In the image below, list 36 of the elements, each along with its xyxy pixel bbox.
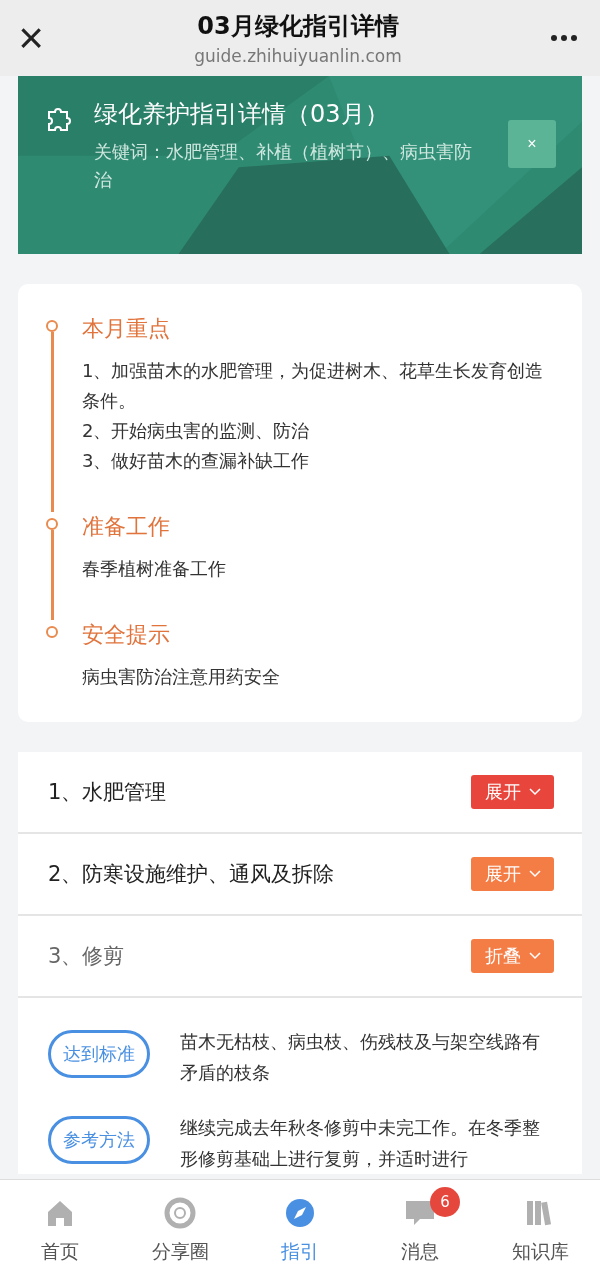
tab-item[interactable]: 分享圈 — [130, 1187, 230, 1267]
aperture-icon — [164, 1197, 196, 1229]
section-header[interactable]: 1、水肥管理 展开 — [18, 752, 582, 834]
unread-badge: 6 — [430, 1187, 460, 1217]
caret-icon — [528, 788, 541, 796]
section-header[interactable]: 2、防寒设施维护、通风及拆除 展开 — [18, 834, 582, 916]
timeline-text: 春季植树准备工作 — [82, 557, 227, 581]
more-icon[interactable] — [550, 34, 578, 42]
detail-text: 继续完成去年秋冬修剪中未完工作。在冬季整形修剪基础上进行复剪，并适时进行 — [180, 1116, 541, 1171]
toggle-button[interactable]: 展开 — [471, 775, 554, 809]
close-button[interactable]: × — [16, 16, 46, 60]
timeline-heading: 准备工作 — [82, 513, 171, 541]
caret-icon — [528, 870, 541, 878]
detail-text: 苗木无枯枝、病虫枝、伤残枝及与架空线路有矛盾的枝条 — [180, 1030, 541, 1085]
timeline-heading: 安全提示 — [82, 621, 171, 649]
caret-icon — [528, 952, 541, 960]
section-title: 1、水肥管理 — [48, 779, 167, 806]
page-title: 03月绿化指引详情 — [197, 11, 399, 42]
timeline-text: 3、做好苗木的查漏补缺工作 — [82, 449, 311, 473]
tab-item[interactable]: 知识库 — [490, 1187, 590, 1267]
detail-tag: 达到标准 — [48, 1030, 150, 1078]
banner-title: 绿化养护指引详情（03月） — [94, 99, 390, 130]
section-header[interactable]: 3、修剪 折叠 — [18, 916, 582, 998]
compass-icon — [284, 1197, 316, 1229]
page-url: guide.zhihuiyuanlin.com — [194, 46, 402, 66]
tab-item[interactable]: 消息 6 — [370, 1187, 470, 1267]
section-title: 3、修剪 — [48, 943, 125, 970]
timeline-text: 病虫害防治注意用药安全 — [82, 665, 281, 689]
detail-tag: 参考方法 — [48, 1116, 150, 1164]
timeline-text: 1、加强苗木的水肥管理，为促进树木、花草生长发育创造条件。 — [82, 359, 545, 413]
timeline-heading: 本月重点 — [82, 315, 171, 343]
tab-item[interactable]: 首页 — [10, 1187, 110, 1267]
section-title: 2、防寒设施维护、通风及拆除 — [48, 861, 335, 888]
timeline-dot — [46, 626, 58, 638]
timeline-text: 2、开始病虫害的监测、防治 — [82, 419, 311, 443]
banner-keywords: 关键词：水肥管理、补植（植树节）、病虫害防治 — [94, 140, 473, 192]
